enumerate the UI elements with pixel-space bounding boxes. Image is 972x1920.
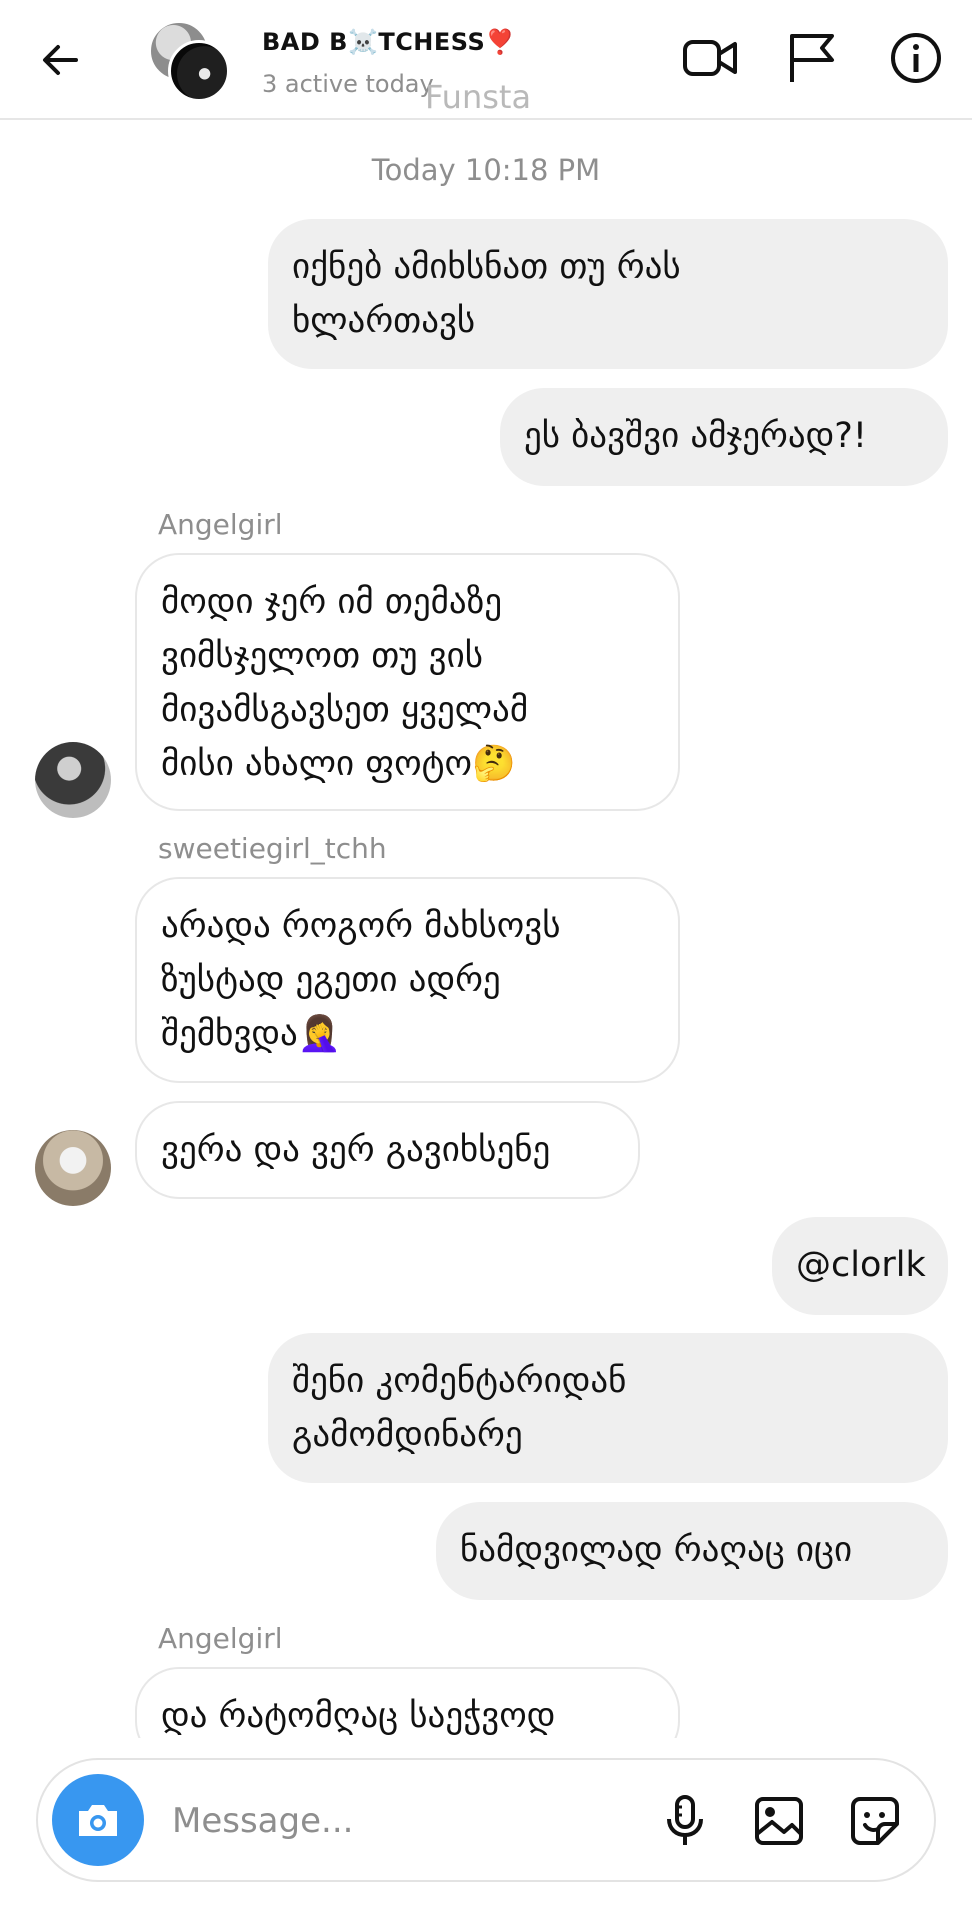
sender-name: Angelgirl [158,508,283,541]
incoming-message[interactable]: ვერა და ვერ გავიხსენე [135,1101,640,1199]
image-icon [755,1797,803,1845]
microphone-icon [667,1795,703,1845]
incoming-message[interactable]: არადა როგორ მახსოვს ზუსტად ეგეთი ადრე შე… [135,877,680,1083]
chat-title[interactable]: BAD B☠️TCHESS❣️ [262,28,516,56]
flag-icon [790,34,834,82]
incoming-message[interactable]: მოდი ჯერ იმ თემაზე ვიმსჯელოთ თუ ვის მივა… [135,553,680,811]
sender-avatar[interactable] [35,1130,111,1206]
outgoing-message[interactable]: ნამდვილად რაღაც იცი [436,1502,948,1600]
outgoing-message[interactable]: შენი კომენტარიდან გამომდინარე [268,1333,948,1483]
watermark: Funsta [425,78,532,116]
report-flag-button[interactable] [782,28,842,88]
sender-name: Angelgirl [158,1622,283,1655]
video-camera-icon [683,40,737,76]
group-avatar[interactable] [148,20,230,102]
gallery-button[interactable] [750,1792,808,1850]
message-input[interactable] [170,1794,654,1848]
video-call-button[interactable] [680,28,740,88]
active-status: 3 active today [262,70,434,98]
camera-button[interactable] [52,1774,144,1866]
message-composer [36,1758,936,1882]
info-icon [891,33,941,83]
conversation-timestamp: Today 10:18 PM [371,153,601,187]
sender-avatar[interactable] [35,742,111,818]
sticker-button[interactable] [846,1792,904,1850]
outgoing-message[interactable]: იქნებ ამიხსნათ თუ რას ხლართავს [268,219,948,369]
outgoing-message[interactable]: @clorlk [772,1217,948,1315]
member-avatar [168,40,230,102]
camera-icon [79,1805,117,1836]
back-button[interactable] [30,30,90,90]
arrow-left-icon [43,45,78,75]
sticker-icon [851,1797,899,1845]
voice-message-button[interactable] [656,1792,714,1850]
sender-name: sweetiegirl_tchh [158,832,387,865]
info-button[interactable] [886,28,946,88]
outgoing-message[interactable]: ეს ბავშვი ამჯერად?! [500,388,948,486]
